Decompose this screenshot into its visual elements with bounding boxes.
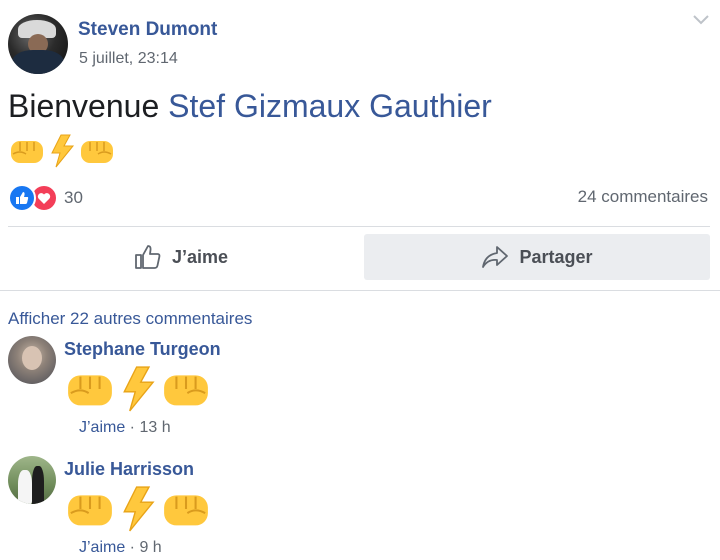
share-button[interactable]: Partager	[364, 234, 710, 280]
share-arrow-icon	[482, 246, 509, 268]
author-avatar[interactable]	[8, 14, 68, 74]
fist-icon	[164, 495, 208, 526]
fist-icon	[68, 495, 112, 526]
fist-icon	[164, 375, 208, 406]
lightning-icon	[51, 134, 75, 168]
lightning-icon	[123, 486, 155, 532]
meta-separator: ·	[125, 539, 140, 556]
comment-time[interactable]: 13 h	[139, 419, 170, 436]
reaction-summary[interactable]: 30	[8, 184, 83, 212]
post-text-prefix: Bienvenue	[8, 88, 169, 124]
reaction-count: 30	[64, 188, 83, 207]
mention-link[interactable]: Stef Gizmaux Gauthier	[168, 88, 492, 124]
post-timestamp[interactable]: 5 juillet, 23:14	[79, 50, 178, 68]
view-more-comments-link[interactable]: Afficher 22 autres commentaires	[8, 309, 252, 329]
comment-meta: J’aime · 9 h	[79, 539, 162, 557]
comment-like-link[interactable]: J’aime	[79, 539, 125, 556]
comments-count-link[interactable]: 24 commentaires	[578, 187, 708, 207]
fist-icon	[68, 375, 112, 406]
fist-icon	[81, 141, 113, 163]
meta-separator: ·	[125, 419, 140, 436]
divider	[0, 290, 720, 291]
divider	[8, 226, 710, 227]
post-text: Bienvenue Stef Gizmaux Gauthier	[8, 88, 492, 125]
comment-author-name[interactable]: Stephane Turgeon	[64, 339, 221, 360]
comment-time[interactable]: 9 h	[139, 539, 161, 556]
like-icon	[8, 184, 36, 212]
comment-author-name[interactable]: Julie Harrisson	[64, 459, 194, 480]
thumbs-up-icon	[135, 245, 161, 269]
lightning-icon	[123, 366, 155, 412]
like-button[interactable]: J’aime	[8, 234, 354, 280]
comment-emojis	[64, 485, 212, 533]
fist-icon	[11, 141, 43, 163]
comment-like-link[interactable]: J’aime	[79, 419, 125, 436]
post-author-name[interactable]: Steven Dumont	[78, 19, 217, 41]
like-button-label: J’aime	[171, 246, 229, 267]
comment-meta: J’aime · 13 h	[79, 419, 171, 437]
comment-avatar[interactable]	[8, 456, 56, 504]
post-emojis	[8, 134, 116, 168]
comment-emojis	[64, 365, 212, 413]
share-button-label: Partager	[519, 246, 593, 267]
chevron-down-icon[interactable]	[692, 14, 710, 26]
comment-avatar[interactable]	[8, 336, 56, 384]
